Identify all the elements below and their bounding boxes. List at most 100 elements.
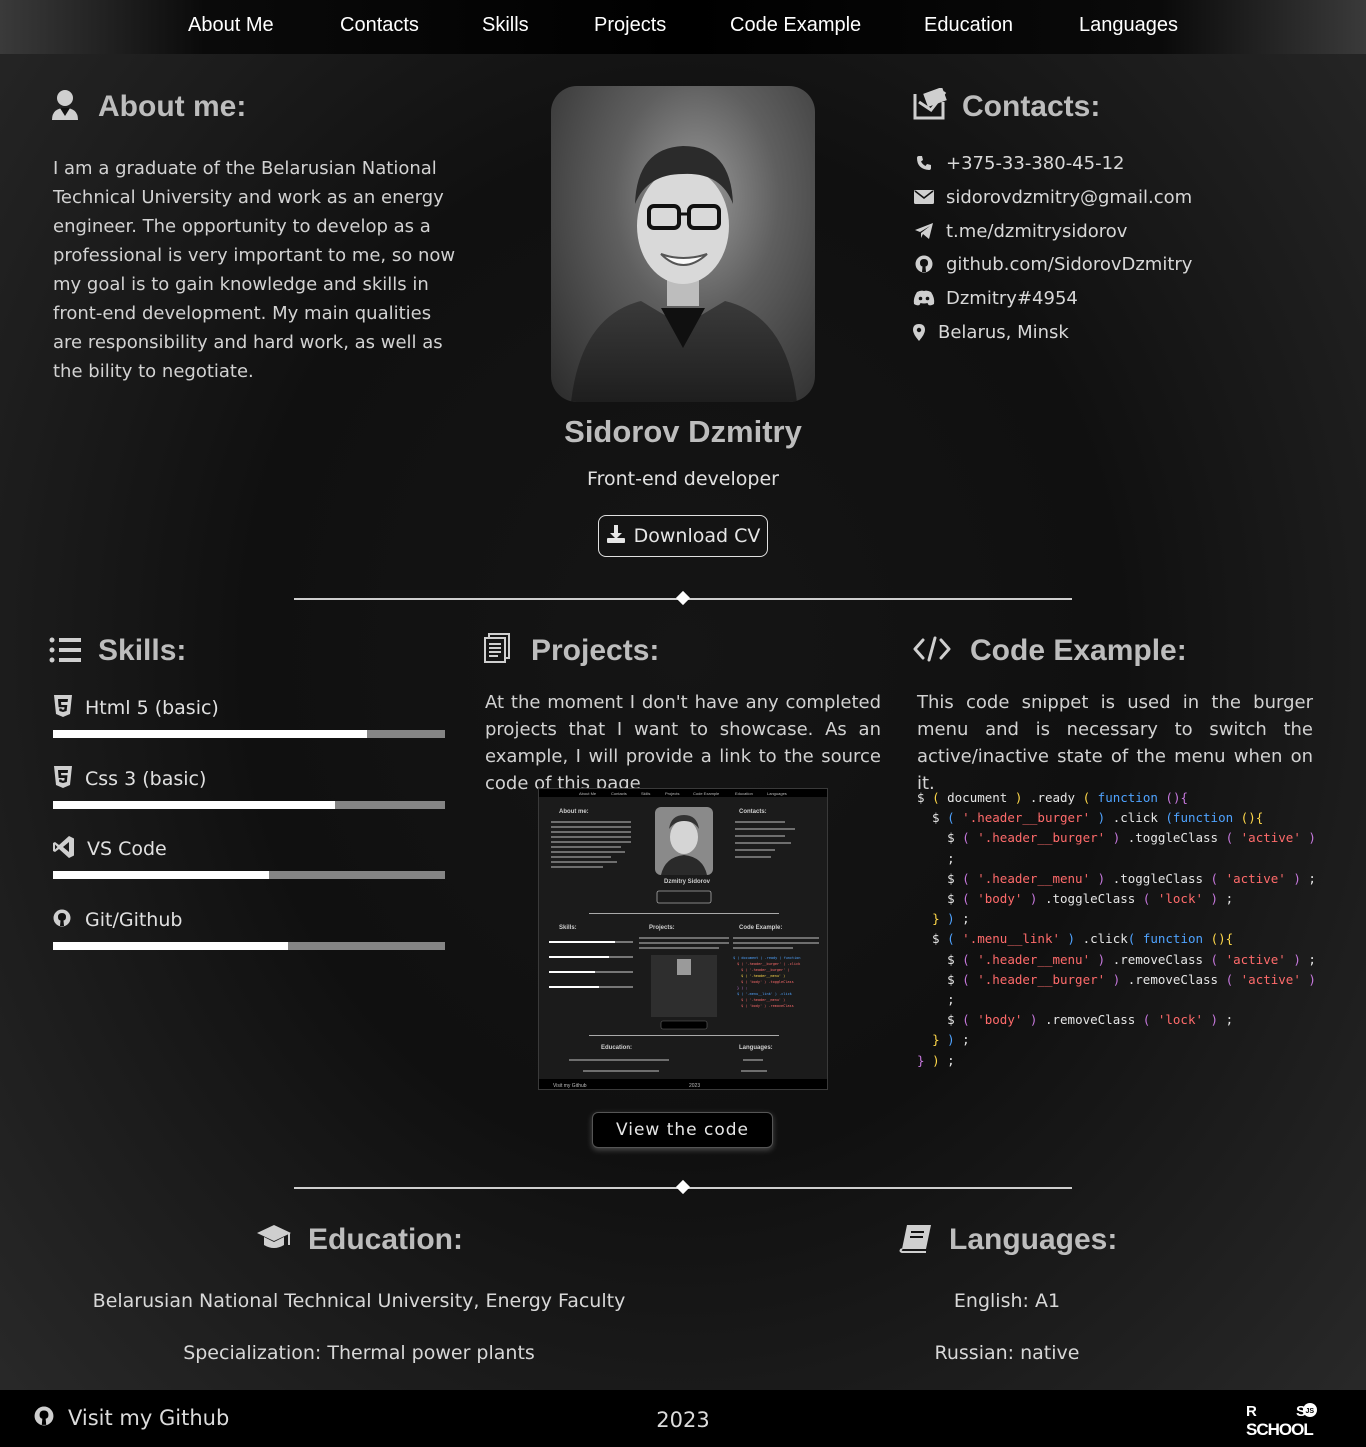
svg-text:$ ( 'body' ) .toggleClass: $ ( 'body' ) .toggleClass: [741, 980, 794, 984]
footer: Visit my Github 2023 R S SCHOOL JS: [0, 1390, 1366, 1447]
discord-icon: [912, 290, 936, 306]
svg-text:JS: JS: [1306, 1408, 1315, 1415]
svg-text:Education:: Education:: [601, 1045, 632, 1051]
contact-envelope-icon: [911, 88, 947, 122]
skill-git: Git/Github: [53, 907, 445, 950]
skill-css: Css 3 (basic): [53, 766, 445, 809]
svg-text:$ ( document ) .ready ( functi: $ ( document ) .ready ( function: [733, 956, 800, 960]
html5-icon: [53, 695, 73, 721]
skill-html-fill: [53, 730, 367, 738]
svg-text:SCHOOL: SCHOOL: [1246, 1420, 1313, 1438]
nav-item-education[interactable]: Education: [924, 14, 1013, 37]
contact-phone[interactable]: +375-33-380-45-12: [912, 151, 1125, 175]
svg-text:Visit my Github: Visit my Github: [553, 1083, 587, 1089]
contact-discord[interactable]: Dzmitry#4954: [912, 286, 1078, 310]
svg-text:About Me: About Me: [579, 791, 597, 796]
svg-text:About me:: About me:: [559, 809, 589, 815]
download-icon: [606, 524, 626, 549]
contacts-title: Contacts:: [962, 90, 1101, 123]
svg-text:$ ( '.header__burger' ): $ ( '.header__burger' ): [741, 968, 789, 972]
contact-location-text: Belarus, Minsk: [938, 321, 1069, 343]
view-code-button[interactable]: View the code: [592, 1112, 773, 1148]
skills-title: Skills:: [98, 634, 187, 667]
skill-html-label: Html 5 (basic): [85, 697, 219, 719]
top-navigation: About Me Contacts Skills Projects Code E…: [0, 0, 1366, 54]
svg-text:$ ( '.menu__link' ) .click: $ ( '.menu__link' ) .click: [737, 992, 793, 996]
skill-vscode-label: VS Code: [87, 838, 167, 860]
nav-item-code-example[interactable]: Code Example: [730, 14, 861, 37]
contact-telegram[interactable]: t.me/dzmitrysidorov: [912, 219, 1127, 243]
svg-text:Projects: Projects: [665, 791, 679, 796]
education-line-2: Specialization: Thermal power plants: [183, 1342, 535, 1364]
contact-github[interactable]: github.com/SidorovDzmitry: [912, 252, 1192, 276]
section-divider: [294, 590, 1072, 606]
list-icon: [48, 636, 82, 664]
skill-vscode-bar: [53, 871, 445, 879]
svg-text:$ ( '.header__menu' ): $ ( '.header__menu' ): [741, 998, 785, 1002]
contact-telegram-text: t.me/dzmitrysidorov: [946, 220, 1128, 242]
svg-text:$ ( 'body' ) .removeClass: $ ( 'body' ) .removeClass: [741, 1004, 794, 1008]
code-snippet: $ ( document ) .ready ( function (){ $ (…: [917, 790, 1316, 1068]
envelope-icon: [912, 189, 936, 205]
contact-email[interactable]: sidorovdzmitry@gmail.com: [912, 185, 1192, 209]
svg-text:Skills:: Skills:: [559, 925, 577, 931]
svg-text:Contacts: Contacts: [611, 791, 627, 796]
github-icon: [53, 909, 71, 931]
nav-item-projects[interactable]: Projects: [594, 14, 666, 37]
section-divider: [294, 1179, 1072, 1195]
projects-title: Projects:: [531, 634, 660, 667]
education-line-1: Belarusian National Technical University…: [92, 1290, 626, 1312]
download-cv-label: Download CV: [633, 525, 761, 547]
vscode-icon: [53, 836, 75, 862]
svg-text:Code Example:: Code Example:: [739, 925, 782, 931]
languages-line-1: English: A1: [953, 1290, 1061, 1312]
github-icon: [912, 255, 936, 273]
svg-text:Languages:: Languages:: [739, 1045, 773, 1051]
documents-icon: [480, 632, 514, 666]
contact-location: Belarus, Minsk: [912, 320, 1069, 344]
svg-text:$ ( '.header__menu' ): $ ( '.header__menu' ): [741, 974, 785, 978]
svg-text:R: R: [1246, 1403, 1257, 1420]
github-link-label: Visit my Github: [68, 1406, 230, 1430]
rs-school-logo[interactable]: R S SCHOOL JS: [1246, 1402, 1336, 1439]
github-link[interactable]: Visit my Github: [34, 1406, 229, 1430]
nav-item-contacts[interactable]: Contacts: [340, 14, 419, 37]
profile-name: Sidorov Dzmitry: [564, 414, 802, 449]
skill-vscode-fill: [53, 871, 269, 879]
css3-icon: [53, 766, 73, 792]
code-example-title: Code Example:: [970, 634, 1187, 667]
projects-text: At the moment I don't have any completed…: [485, 692, 881, 794]
github-icon: [34, 1406, 54, 1430]
nav-item-skills[interactable]: Skills: [482, 14, 529, 37]
svg-text:2023: 2023: [689, 1083, 700, 1089]
nav-item-about-me[interactable]: About Me: [188, 14, 274, 37]
nav-item-languages[interactable]: Languages: [1079, 14, 1178, 37]
profile-photo: [551, 86, 815, 402]
about-text: I am a graduate of the Belarusian Nation…: [53, 158, 456, 382]
book-icon: [899, 1223, 933, 1253]
contact-phone-text: +375-33-380-45-12: [946, 152, 1125, 174]
svg-text:Skills: Skills: [641, 791, 650, 796]
phone-icon: [912, 155, 936, 171]
languages-title: Languages:: [949, 1223, 1118, 1256]
skill-git-bar: [53, 942, 445, 950]
svg-text:Projects:: Projects:: [649, 925, 675, 931]
skill-html-bar: [53, 730, 445, 738]
code-icon: [913, 636, 951, 662]
skill-html: Html 5 (basic): [53, 695, 445, 738]
svg-text:Contacts:: Contacts:: [739, 809, 767, 815]
skill-git-fill: [53, 942, 289, 950]
profile-role: Front-end developer: [587, 468, 779, 490]
about-title: About me:: [98, 90, 247, 123]
project-preview-image[interactable]: About Me Contacts Skills Projects Code Examp…: [538, 788, 828, 1090]
skill-css-label: Css 3 (basic): [85, 768, 207, 790]
download-cv-button[interactable]: Download CV: [598, 515, 768, 557]
education-title: Education:: [308, 1223, 463, 1256]
location-pin-icon: [912, 323, 926, 341]
skill-css-bar: [53, 801, 445, 809]
contact-discord-text: Dzmitry#4954: [946, 287, 1078, 309]
svg-text:Code Example: Code Example: [693, 791, 720, 796]
languages-line-2: Russian: native: [934, 1342, 1080, 1364]
code-example-text: This code snippet is used in the burger …: [917, 692, 1313, 794]
skill-vscode: VS Code: [53, 836, 445, 879]
